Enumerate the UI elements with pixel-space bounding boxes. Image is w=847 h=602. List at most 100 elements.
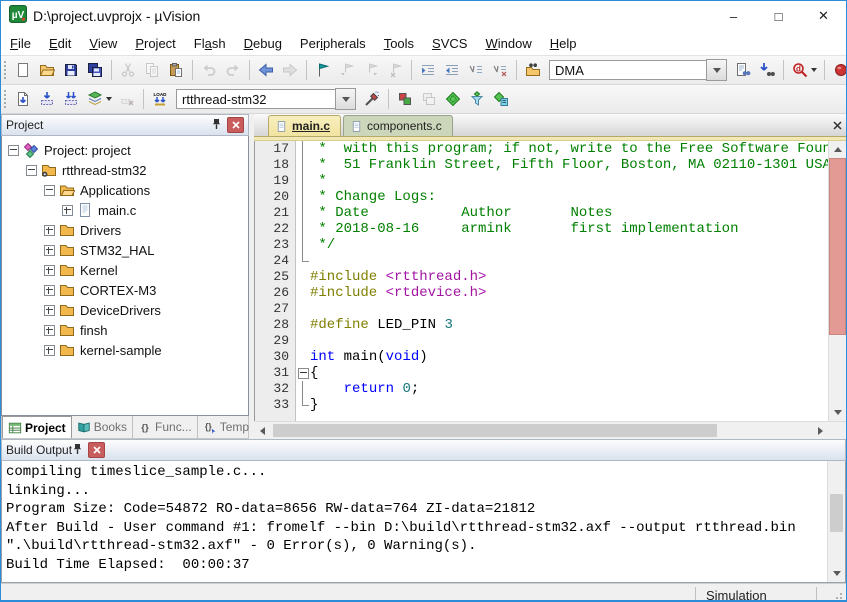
target-combo[interactable]: rtthread-stm32 bbox=[176, 89, 356, 109]
scroll-down-icon[interactable] bbox=[828, 565, 845, 582]
close-button[interactable]: ✕ bbox=[801, 2, 846, 31]
minimize-button[interactable]: – bbox=[711, 2, 756, 31]
tree-item-cortex-m3[interactable]: CORTEX-M3 bbox=[2, 280, 248, 300]
expand-icon[interactable] bbox=[44, 325, 55, 336]
find-button[interactable] bbox=[731, 58, 755, 82]
editor-scroll-thumb[interactable] bbox=[829, 158, 846, 335]
search-combo-value[interactable]: DMA bbox=[549, 60, 706, 80]
tree-item-drivers[interactable]: Drivers bbox=[2, 220, 248, 240]
editor-vertical-scrollbar[interactable] bbox=[828, 141, 846, 421]
menu-item-debug[interactable]: Debug bbox=[235, 33, 291, 54]
insert-breakpoint-button[interactable] bbox=[829, 58, 847, 82]
menu-item-file[interactable]: File bbox=[1, 33, 40, 54]
build-button[interactable] bbox=[35, 87, 59, 111]
collapse-icon[interactable] bbox=[26, 165, 37, 176]
tree-item-stm32-hal[interactable]: STM32_HAL bbox=[2, 240, 248, 260]
pin-icon[interactable] bbox=[72, 443, 83, 458]
maximize-button[interactable]: □ bbox=[756, 2, 801, 31]
editor-horizontal-scrollbar[interactable] bbox=[254, 421, 846, 439]
tree-item-project-project[interactable]: Project: project bbox=[2, 140, 248, 160]
batch-build-button[interactable] bbox=[83, 87, 115, 111]
tab-list-dropdown-icon[interactable] bbox=[810, 116, 828, 134]
build-output-close-icon[interactable] bbox=[88, 442, 105, 458]
build-output-scrollbar[interactable] bbox=[827, 461, 845, 582]
toggle-bookmark-button[interactable] bbox=[311, 58, 335, 82]
manage-rte-button[interactable] bbox=[393, 87, 417, 111]
comment-button[interactable] bbox=[464, 58, 488, 82]
translate-button[interactable] bbox=[11, 87, 35, 111]
code-text[interactable]: * with this program; if not, write to th… bbox=[310, 141, 828, 157]
code-text[interactable]: * Change Logs: bbox=[310, 189, 828, 205]
scroll-down-icon[interactable] bbox=[829, 404, 846, 421]
expand-icon[interactable] bbox=[44, 225, 55, 236]
expand-icon[interactable] bbox=[44, 245, 55, 256]
panel-tab-project[interactable]: Project bbox=[2, 416, 72, 438]
code-text[interactable]: #include <rtthread.h> bbox=[310, 269, 828, 285]
menu-item-peripherals[interactable]: Peripherals bbox=[291, 33, 375, 54]
scroll-right-icon[interactable] bbox=[812, 422, 829, 439]
save-button[interactable] bbox=[59, 58, 83, 82]
code-text[interactable] bbox=[310, 253, 828, 269]
code-text[interactable]: * Date Author Notes bbox=[310, 205, 828, 221]
code-text[interactable]: } bbox=[310, 397, 828, 413]
expand-icon[interactable] bbox=[44, 305, 55, 316]
code-text[interactable]: { bbox=[310, 365, 828, 381]
expand-icon[interactable] bbox=[44, 265, 55, 276]
toolbar-grip[interactable] bbox=[3, 89, 8, 109]
options-for-target-button[interactable] bbox=[360, 87, 384, 111]
tree-item-applications[interactable]: Applications bbox=[2, 180, 248, 200]
tree-item-kernel-sample[interactable]: kernel-sample bbox=[2, 340, 248, 360]
open-file-button[interactable] bbox=[35, 58, 59, 82]
pack-installer-button[interactable] bbox=[489, 87, 513, 111]
scroll-up-icon[interactable] bbox=[829, 141, 846, 158]
code-text[interactable] bbox=[310, 301, 828, 317]
navigate-back-button[interactable] bbox=[254, 58, 278, 82]
uncomment-button[interactable] bbox=[488, 58, 512, 82]
tree-item-devicedrivers[interactable]: DeviceDrivers bbox=[2, 300, 248, 320]
pin-icon[interactable] bbox=[211, 118, 222, 133]
select-packs-button[interactable] bbox=[465, 87, 489, 111]
code-text[interactable]: #define LED_PIN 3 bbox=[310, 317, 828, 333]
menu-item-edit[interactable]: Edit bbox=[40, 33, 80, 54]
rebuild-button[interactable] bbox=[59, 87, 83, 111]
indent-button[interactable] bbox=[416, 58, 440, 82]
search-combo-dropdown[interactable] bbox=[706, 59, 727, 81]
target-combo-dropdown[interactable] bbox=[335, 88, 356, 110]
paste-button[interactable] bbox=[164, 58, 188, 82]
download-button[interactable]: LOAD bbox=[148, 87, 172, 111]
fold-margin[interactable] bbox=[296, 365, 310, 381]
panel-tab-books[interactable]: Books bbox=[72, 416, 133, 438]
collapse-icon[interactable] bbox=[8, 145, 19, 156]
quick-search-button[interactable]: d bbox=[788, 58, 820, 82]
code-text[interactable] bbox=[310, 333, 828, 349]
code-text[interactable]: */ bbox=[310, 237, 828, 253]
code-text[interactable]: #include <rtdevice.h> bbox=[310, 285, 828, 301]
code-text[interactable]: * 2018-08-16 armink first implementation bbox=[310, 221, 828, 237]
panel-tab-func[interactable]: {}Func... bbox=[133, 416, 198, 438]
resize-grip[interactable] bbox=[817, 584, 846, 602]
expand-icon[interactable] bbox=[44, 345, 55, 356]
expand-icon[interactable] bbox=[44, 285, 55, 296]
code-text[interactable]: int main(void) bbox=[310, 349, 828, 365]
expand-icon[interactable] bbox=[62, 205, 73, 216]
save-all-button[interactable] bbox=[83, 58, 107, 82]
tree-item-main-c[interactable]: main.c bbox=[2, 200, 248, 220]
menu-item-tools[interactable]: Tools bbox=[375, 33, 423, 54]
editor-hscroll-thumb[interactable] bbox=[273, 424, 717, 437]
menu-item-view[interactable]: View bbox=[80, 33, 126, 54]
find-in-files-button[interactable] bbox=[521, 58, 545, 82]
debug-session-button[interactable] bbox=[441, 87, 465, 111]
search-combo[interactable]: DMA bbox=[549, 60, 727, 80]
tree-item-kernel[interactable]: Kernel bbox=[2, 260, 248, 280]
menu-item-window[interactable]: Window bbox=[476, 33, 540, 54]
outdent-button[interactable] bbox=[440, 58, 464, 82]
code-text[interactable]: * 51 Franklin Street, Fifth Floor, Bosto… bbox=[310, 157, 828, 173]
tree-item-finsh[interactable]: finsh bbox=[2, 320, 248, 340]
menu-item-project[interactable]: Project bbox=[126, 33, 184, 54]
close-document-icon[interactable] bbox=[828, 116, 846, 134]
code-text[interactable]: return 0; bbox=[310, 381, 828, 397]
project-panel-close-icon[interactable] bbox=[227, 117, 244, 133]
fold-collapse-icon[interactable] bbox=[298, 368, 309, 379]
menu-item-svcs[interactable]: SVCS bbox=[423, 33, 476, 54]
scroll-left-icon[interactable] bbox=[254, 422, 271, 439]
